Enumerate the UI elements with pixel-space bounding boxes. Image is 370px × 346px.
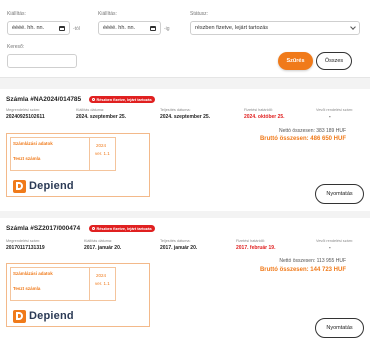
fulfil-date-label: Teljesítés dátuma: [160,239,191,243]
preview-title: Számlázási adatok [13,271,53,276]
depiend-logo-text: Depiend [29,310,74,322]
gross-total: Bruttó összesen: 144 723 HUF [259,267,346,273]
chevron-down-icon [350,24,356,30]
invoice-title: Számla #SZ2017/000474 [6,225,81,232]
order-no-label: Megrendelési szám: [6,239,40,243]
depiend-logo-icon [13,179,26,193]
issued-to-input[interactable]: éééé. hh. nn. [98,21,161,35]
order-no-label: Megrendelési szám: [6,108,40,112]
invoice-card: Számla #NA2024/014785 Részben fizetve, l… [0,89,370,211]
gross-total: Bruttó összesen: 486 650 HUF [259,136,346,142]
order-no-value: 20170117131319 [6,245,45,251]
depiend-logo: Depiend [13,179,74,193]
issue-date-value: 2017. január 20. [84,245,122,251]
from-suffix: -tól [73,26,80,32]
preview-subtitle: Teszt számla [13,156,41,161]
status-select[interactable]: részben fizetve, lejárt tartozás [190,21,360,35]
fulfil-date-label: Teljesítés dátuma: [160,108,191,112]
calendar-icon[interactable] [59,25,65,31]
preview-year: 2024 [96,273,107,278]
customer-order-value: - [329,114,331,120]
to-suffix: -ig [164,26,170,32]
print-button[interactable]: Nyomtatás [315,318,364,338]
order-no-value: 20240925102611 [6,114,45,120]
depiend-logo-icon [13,309,26,323]
issued-from-label: Kiállítás: [7,11,26,17]
all-button[interactable]: Összes [316,52,352,70]
invoice-preview[interactable]: Számlázási adatok Teszt számla 2024 ver.… [6,263,150,327]
preview-year: 2024 [96,143,107,148]
issued-to-label: Kiállítás: [98,11,117,17]
preview-version: ver. 1.1 [95,151,110,156]
issue-date-value: 2024. szeptember 25. [76,114,127,120]
fulfil-date-value: 2024. szeptember 25. [160,114,211,120]
preview-version: ver. 1.1 [95,281,110,286]
status-badge-text: Részben fizetve, lejárt tartozás [96,226,152,231]
issued-to-value: éééé. hh. nn. [103,25,136,31]
status-label: Státusz: [190,11,209,17]
issue-date-label: Kiállítás dátuma: [76,108,105,112]
due-date-value: 2024. október 25. [244,114,285,120]
invoice-preview[interactable]: Számlázási adatok Teszt számla 2024 ver.… [6,133,150,197]
filter-button[interactable]: Szűrés [278,52,313,70]
filter-panel: Kiállítás: éééé. hh. nn. -tól Kiállítás:… [0,0,370,78]
fulfil-date-value: 2017. január 20. [160,245,198,251]
depiend-logo-text: Depiend [29,180,74,192]
alert-icon [92,227,95,230]
status-badge: Részben fizetve, lejárt tartozás [89,96,155,103]
issued-from-value: éééé. hh. nn. [12,25,45,31]
depiend-logo: Depiend [13,309,74,323]
issue-date-label: Kiállítás dátuma: [84,239,113,243]
search-label: Kereső: [7,44,25,50]
alert-icon [92,98,95,101]
status-badge: Részben fizetve, lejárt tartozás [89,225,155,232]
calendar-icon[interactable] [150,25,156,31]
preview-title: Számlázási adatok [13,141,53,146]
net-total: Nettó összesen: 113 955 HUF [279,258,346,264]
print-button[interactable]: Nyomtatás [315,184,364,204]
invoice-title: Számla #NA2024/014785 [6,96,82,103]
due-date-label: Fizetési határidő: [244,108,273,112]
issued-from-input[interactable]: éééé. hh. nn. [7,21,70,35]
customer-order-value: - [329,245,331,251]
due-date-value: 2017. február 19. [236,245,276,251]
customer-order-label: Vevői rendelési szám: [316,239,353,243]
net-total: Nettó összesen: 383 189 HUF [279,128,346,134]
customer-order-label: Vevői rendelési szám: [316,108,353,112]
due-date-label: Fizetési határidő: [236,239,265,243]
search-input[interactable] [7,54,77,68]
status-value: részben fizetve, lejárt tartozás [195,25,269,31]
status-badge-text: Részben fizetve, lejárt tartozás [96,97,152,102]
invoice-card: Számla #SZ2017/000474 Részben fizetve, l… [0,218,370,346]
preview-subtitle: Teszt számla [13,286,41,291]
